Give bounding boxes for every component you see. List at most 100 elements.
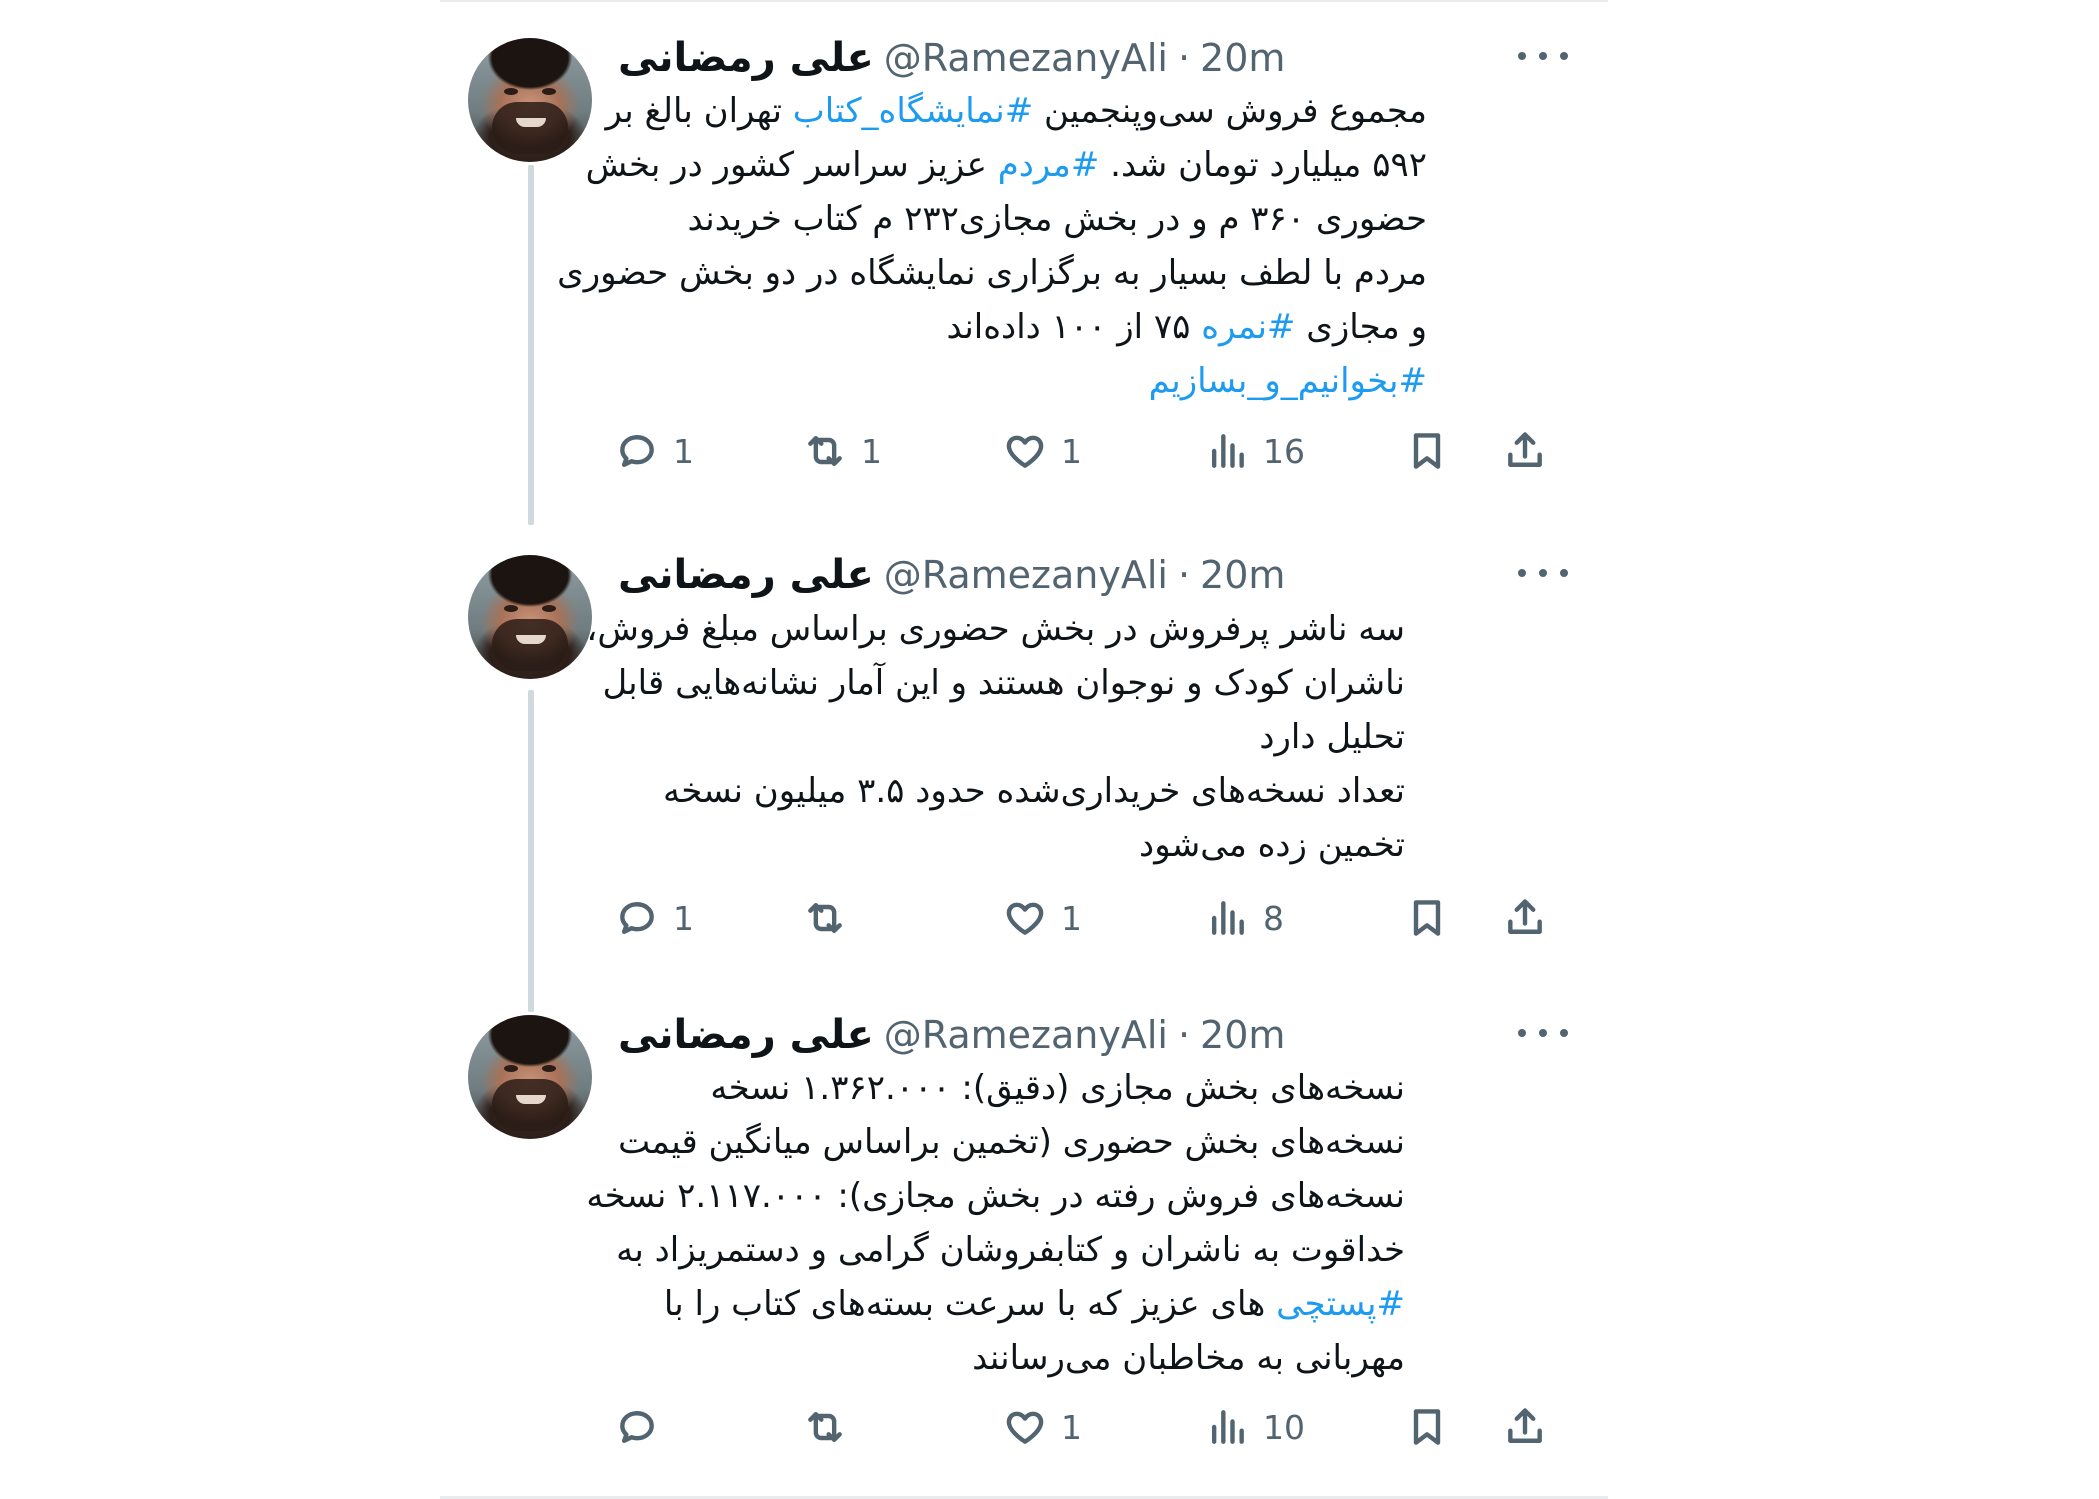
- like-button[interactable]: 1: [1003, 1402, 1082, 1452]
- tweet-text-line: سه ناشر پرفروش در بخش حضوری براساس مبلغ …: [586, 602, 1405, 656]
- tweet-text-line: ۵۹۲ میلیارد تومان شد. #مردم عزیز سراسر ک…: [586, 138, 1427, 192]
- hashtag-link[interactable]: #مردم: [998, 145, 1100, 185]
- tweet-text-line: #بخوانیم_و_بسازیم: [600, 354, 1427, 408]
- tweet[interactable]: علی رمضانی @RamezanyAli · 20m مجموع فروش…: [440, 0, 1608, 510]
- views-button[interactable]: 10: [1205, 1402, 1305, 1452]
- reply-icon: [620, 902, 654, 934]
- text-segment: مجموع فروش سی‌وپنجمین: [1033, 91, 1427, 131]
- share-icon: [1508, 432, 1542, 467]
- retweet-count: 1: [861, 431, 882, 471]
- text-segment: مردم با لطف بسیار به برگزاری نمایشگاه در…: [557, 253, 1427, 293]
- views-count: 16: [1263, 431, 1305, 471]
- separator: ·: [1177, 1013, 1191, 1057]
- views-icon: [1211, 434, 1244, 468]
- like-count: 1: [1061, 431, 1082, 471]
- reply-icon: [620, 435, 654, 467]
- text-segment: نسخه‌های بخش حضوری (تخمین براساس میانگین…: [618, 1122, 1405, 1162]
- tweet[interactable]: علی رمضانی @RamezanyAli · 20m سه ناشر پر…: [440, 515, 1608, 975]
- bookmark-icon: [1413, 900, 1441, 936]
- hashtag-link[interactable]: #نمایشگاه_کتاب: [793, 91, 1034, 131]
- timestamp[interactable]: 20m: [1200, 36, 1285, 80]
- reply-button[interactable]: [615, 1402, 673, 1452]
- bookmark-button[interactable]: [1405, 1402, 1449, 1452]
- text-segment: ناشران کودک و نوجوان هستند و این آمار نش…: [602, 663, 1405, 703]
- tweet-text-line: نسخه‌های بخش حضوری (تخمین براساس میانگین…: [600, 1115, 1405, 1169]
- share-icon: [1508, 1408, 1542, 1443]
- more-icon[interactable]: [1518, 559, 1568, 587]
- text-segment: سه ناشر پرفروش در بخش حضوری براساس مبلغ …: [586, 609, 1405, 649]
- timestamp[interactable]: 20m: [1200, 1013, 1285, 1057]
- bookmark-icon: [1413, 433, 1441, 469]
- bookmark-button[interactable]: [1405, 893, 1449, 943]
- hashtag-link[interactable]: #پستچی: [1276, 1284, 1405, 1324]
- text-segment: تهران بالغ بر: [605, 91, 793, 131]
- tweet-actions: 1 1 8: [615, 893, 1575, 943]
- text-segment: حضوری ۳۶۰ م و در بخش مجازی۲۳۲ م کتاب خری…: [687, 199, 1427, 239]
- like-count: 1: [1061, 898, 1082, 938]
- tweet-text-line: مردم با لطف بسیار به برگزاری نمایشگاه در…: [557, 246, 1427, 300]
- author-handle[interactable]: @RamezanyAli: [884, 553, 1168, 597]
- text-segment: ۷۵ از ۱۰۰ داده‌اند: [946, 307, 1202, 347]
- like-button[interactable]: 1: [1003, 893, 1082, 943]
- tweet-header: علی رمضانی @RamezanyAli · 20m: [618, 1011, 1285, 1059]
- tweet-text: سه ناشر پرفروش در بخش حضوری براساس مبلغ …: [586, 602, 1405, 872]
- more-icon[interactable]: [1518, 1019, 1568, 1047]
- tweet-text-line: تحلیل دارد: [600, 710, 1405, 764]
- tweet-text-line: و مجازی #نمره ۷۵ از ۱۰۰ داده‌اند: [600, 300, 1427, 354]
- author-handle[interactable]: @RamezanyAli: [884, 36, 1168, 80]
- text-segment: های عزیز که با سرعت بسته‌های کتاب را با: [663, 1284, 1277, 1324]
- like-icon: [1006, 1411, 1044, 1444]
- separator: ·: [1177, 36, 1191, 80]
- author-name[interactable]: علی رمضانی: [618, 552, 874, 598]
- timestamp[interactable]: 20m: [1200, 553, 1285, 597]
- tweet-text-line: تعداد نسخه‌های خریداری‌شده حدود ۳.۵ میلی…: [600, 764, 1405, 818]
- tweet-header: علی رمضانی @RamezanyAli · 20m: [618, 551, 1285, 599]
- avatar[interactable]: [468, 555, 592, 679]
- tweet-text-line: حضوری ۳۶۰ م و در بخش مجازی۲۳۲ م کتاب خری…: [600, 192, 1427, 246]
- text-segment: تخمین زده می‌شود: [1139, 825, 1405, 865]
- author-handle[interactable]: @RamezanyAli: [884, 1013, 1168, 1057]
- tweet-text-line: #پستچی های عزیز که با سرعت بسته‌های کتاب…: [600, 1277, 1405, 1331]
- views-button[interactable]: 16: [1205, 426, 1305, 476]
- retweet-icon: [808, 435, 842, 467]
- reply-icon: [620, 1411, 654, 1443]
- views-count: 10: [1263, 1407, 1305, 1447]
- author-name[interactable]: علی رمضانی: [618, 35, 874, 81]
- text-segment: نسخه‌های فروش رفته در بخش مجازی): ۲.۱۱۷.…: [586, 1176, 1405, 1216]
- tweet-actions: 1 1 1 16: [615, 426, 1575, 476]
- avatar[interactable]: [468, 1015, 592, 1139]
- tweet-header: علی رمضانی @RamezanyAli · 20m: [618, 34, 1285, 82]
- share-button[interactable]: [1503, 1402, 1547, 1452]
- hashtag-link[interactable]: #نمره: [1201, 307, 1295, 347]
- views-button[interactable]: 8: [1205, 893, 1284, 943]
- tweet[interactable]: علی رمضانی @RamezanyAli · 20m نسخه‌های ب…: [440, 977, 1608, 1492]
- reply-button[interactable]: 1: [615, 893, 694, 943]
- text-segment: مهربانی به مخاطبان می‌رسانند: [972, 1338, 1405, 1378]
- reply-button[interactable]: 1: [615, 426, 694, 476]
- views-icon: [1211, 1410, 1244, 1444]
- like-button[interactable]: 1: [1003, 426, 1082, 476]
- retweet-button[interactable]: [803, 893, 861, 943]
- share-button[interactable]: [1503, 893, 1547, 943]
- views-icon: [1211, 901, 1244, 935]
- avatar[interactable]: [468, 38, 592, 162]
- tweet-actions: 1 10: [615, 1402, 1575, 1452]
- share-button[interactable]: [1503, 426, 1547, 476]
- author-name[interactable]: علی رمضانی: [618, 1012, 874, 1058]
- bookmark-icon: [1413, 1409, 1441, 1445]
- tweet-text-line: تخمین زده می‌شود: [600, 818, 1405, 872]
- tweet-text-line: نسخه‌های فروش رفته در بخش مجازی): ۲.۱۱۷.…: [586, 1169, 1405, 1223]
- hashtag-link[interactable]: #بخوانیم_و_بسازیم: [1149, 361, 1427, 401]
- tweet-text-line: خداقوت به ناشران و کتابفروشان گرامی و دس…: [600, 1223, 1405, 1277]
- share-icon: [1508, 899, 1542, 934]
- text-segment: عزیز سراسر کشور در بخش: [585, 145, 998, 185]
- text-segment: خداقوت به ناشران و کتابفروشان گرامی و دس…: [616, 1230, 1405, 1270]
- retweet-button[interactable]: 1: [803, 426, 882, 476]
- retweet-button[interactable]: [803, 1402, 861, 1452]
- bookmark-button[interactable]: [1405, 426, 1449, 476]
- more-icon[interactable]: [1518, 42, 1568, 70]
- separator: ·: [1177, 553, 1191, 597]
- tweet-text-line: مهربانی به مخاطبان می‌رسانند: [600, 1331, 1405, 1385]
- reply-count: 1: [673, 431, 694, 471]
- text-segment: ۵۹۲ میلیارد تومان شد.: [1099, 145, 1427, 185]
